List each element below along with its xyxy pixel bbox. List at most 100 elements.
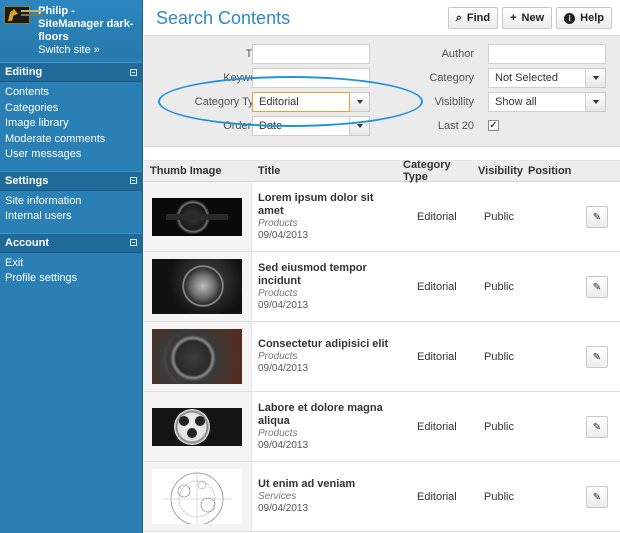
edit-button[interactable]: ✎: [586, 416, 608, 438]
page-title: Search Contents: [156, 8, 291, 28]
content-section: Products: [258, 351, 298, 362]
edit-button[interactable]: ✎: [586, 276, 608, 298]
last-20-checkbox[interactable]: ✓: [488, 120, 499, 131]
sidebar-item-categories[interactable]: Categories: [5, 101, 137, 117]
category-value: Not Selected: [488, 68, 586, 88]
top-bar: Search Contents ⌕ Find + New i Help: [144, 0, 620, 36]
content-section: Services: [258, 491, 297, 502]
help-button[interactable]: i Help: [556, 7, 612, 29]
table-header: Thumb Image Title Category Type Visibili…: [144, 159, 620, 183]
find-button[interactable]: ⌕ Find: [447, 7, 499, 29]
sidebar-item-user-messages[interactable]: User messages: [5, 147, 137, 163]
sidebar-section-header[interactable]: Account: [0, 232, 142, 253]
table-row[interactable]: Sed eiusmod tempor incidunt Products 09/…: [144, 252, 620, 322]
collapse-icon[interactable]: [130, 68, 137, 76]
sidebar-item-contents[interactable]: Contents: [5, 85, 137, 101]
column-header: Category Type: [403, 159, 451, 183]
visibility-value: Show all: [488, 92, 586, 112]
section-title: Account: [5, 236, 49, 249]
category-type-cell: Editorial: [417, 490, 457, 503]
content-section: Products: [258, 287, 298, 299]
edit-button[interactable]: ✎: [586, 206, 608, 228]
sidebar-item-internal-users[interactable]: Internal users: [5, 209, 137, 225]
sidebar-item-exit[interactable]: Exit: [5, 256, 137, 272]
new-button[interactable]: + New: [502, 7, 553, 29]
table-row[interactable]: Ut enim ad veniam Services 09/04/2013 Ed…: [144, 462, 620, 532]
visibility-cell: Public: [484, 280, 514, 293]
content-title[interactable]: Labore et dolore magna aliqua: [258, 402, 397, 428]
category-select[interactable]: Not Selected: [488, 68, 606, 88]
table-row[interactable]: Lorem ipsum dolor sit amet Products 09/0…: [144, 182, 620, 252]
content-title[interactable]: Lorem ipsum dolor sit amet: [258, 192, 397, 218]
thumbnail-image: [152, 259, 242, 314]
content-date: 09/04/2013: [258, 439, 309, 451]
visibility-select[interactable]: Show all: [488, 92, 606, 112]
author-label: Author: [441, 48, 474, 60]
content-section: Products: [258, 217, 298, 229]
content-section: Products: [258, 427, 298, 439]
content-date: 09/04/2013: [258, 503, 309, 514]
find-label: Find: [466, 12, 491, 24]
order-by-select[interactable]: Date: [252, 116, 370, 136]
search-filters: Title Keyword Category Type Editorial Or…: [144, 36, 620, 147]
sidebar-section-header[interactable]: Editing: [0, 62, 142, 82]
visibility-cell: Public: [484, 420, 514, 433]
visibility-cell: Public: [484, 490, 514, 503]
order-by-value: Date: [252, 116, 350, 136]
column-header: Thumb Image: [150, 165, 222, 177]
chevron-down-icon[interactable]: [350, 92, 370, 112]
sidebar-item-profile-settings[interactable]: Profile settings: [5, 271, 137, 287]
site-name: Philip - SiteManager dark-floors: [38, 5, 134, 43]
thumbnail-image: [152, 329, 242, 384]
edit-button[interactable]: ✎: [586, 486, 608, 508]
search-icon: ⌕: [455, 11, 462, 24]
sidebar-item-image-library[interactable]: Image library: [5, 116, 137, 132]
category-type-select[interactable]: Editorial: [252, 92, 370, 112]
keyword-input[interactable]: [252, 68, 370, 88]
pencil-icon: ✎: [592, 421, 602, 433]
thumbnail-image: [152, 197, 242, 236]
table-row[interactable]: Labore et dolore magna aliqua Products 0…: [144, 392, 620, 462]
content-date: 09/04/2013: [258, 229, 309, 241]
site-header: Philip - SiteManager dark-floors Switch …: [0, 0, 142, 58]
sidebar-section-header[interactable]: Settings: [0, 170, 142, 191]
category-type-cell: Editorial: [417, 210, 457, 223]
last-20-label: Last 20: [437, 120, 474, 132]
visibility-label: Visibility: [434, 96, 474, 108]
pencil-icon: ✎: [592, 491, 602, 503]
chevron-down-icon[interactable]: [586, 68, 606, 88]
content-date: 09/04/2013: [258, 363, 309, 374]
column-header: Visibility: [478, 165, 524, 177]
thumbnail-image: [152, 469, 242, 524]
category-type-cell: Editorial: [417, 350, 457, 363]
category-type-label: Category Type: [194, 96, 266, 108]
section-title: Settings: [5, 174, 49, 187]
edit-button[interactable]: ✎: [586, 346, 608, 368]
technical-drawing: [162, 471, 232, 524]
content-title[interactable]: Consectetur adipisici elit: [258, 338, 397, 351]
author-input[interactable]: [488, 44, 606, 64]
collapse-icon[interactable]: [130, 239, 137, 246]
category-label: Category: [429, 72, 474, 84]
site-logo: [4, 6, 43, 24]
sidebar-item-site-information[interactable]: Site information: [5, 194, 137, 210]
chevron-down-icon[interactable]: [350, 116, 370, 136]
content-title[interactable]: Ut enim ad veniam: [258, 478, 397, 491]
plus-icon: +: [510, 12, 517, 24]
sidebar-section-account: Account Exit Profile settings: [0, 232, 142, 291]
column-header: Position: [528, 165, 572, 177]
category-type-cell: Editorial: [417, 280, 457, 293]
main-content: Search Contents ⌕ Find + New i Help Title K…: [144, 0, 620, 533]
sidebar-section-editing: Editing Contents Categories Image librar…: [0, 62, 142, 167]
title-input[interactable]: [252, 44, 370, 64]
switch-site-link[interactable]: Switch site »: [38, 44, 138, 57]
collapse-icon[interactable]: [130, 177, 137, 184]
sidebar: Philip - SiteManager dark-floors Switch …: [0, 0, 143, 533]
chevron-down-icon[interactable]: [586, 92, 606, 112]
table-row[interactable]: Consectetur adipisici elit Products 09/0…: [144, 322, 620, 392]
pencil-icon: ✎: [592, 351, 602, 363]
sidebar-item-moderate-comments[interactable]: Moderate comments: [5, 132, 137, 148]
visibility-cell: Public: [484, 350, 514, 363]
content-title[interactable]: Sed eiusmod tempor incidunt: [258, 262, 397, 288]
category-type-value: Editorial: [252, 92, 350, 112]
